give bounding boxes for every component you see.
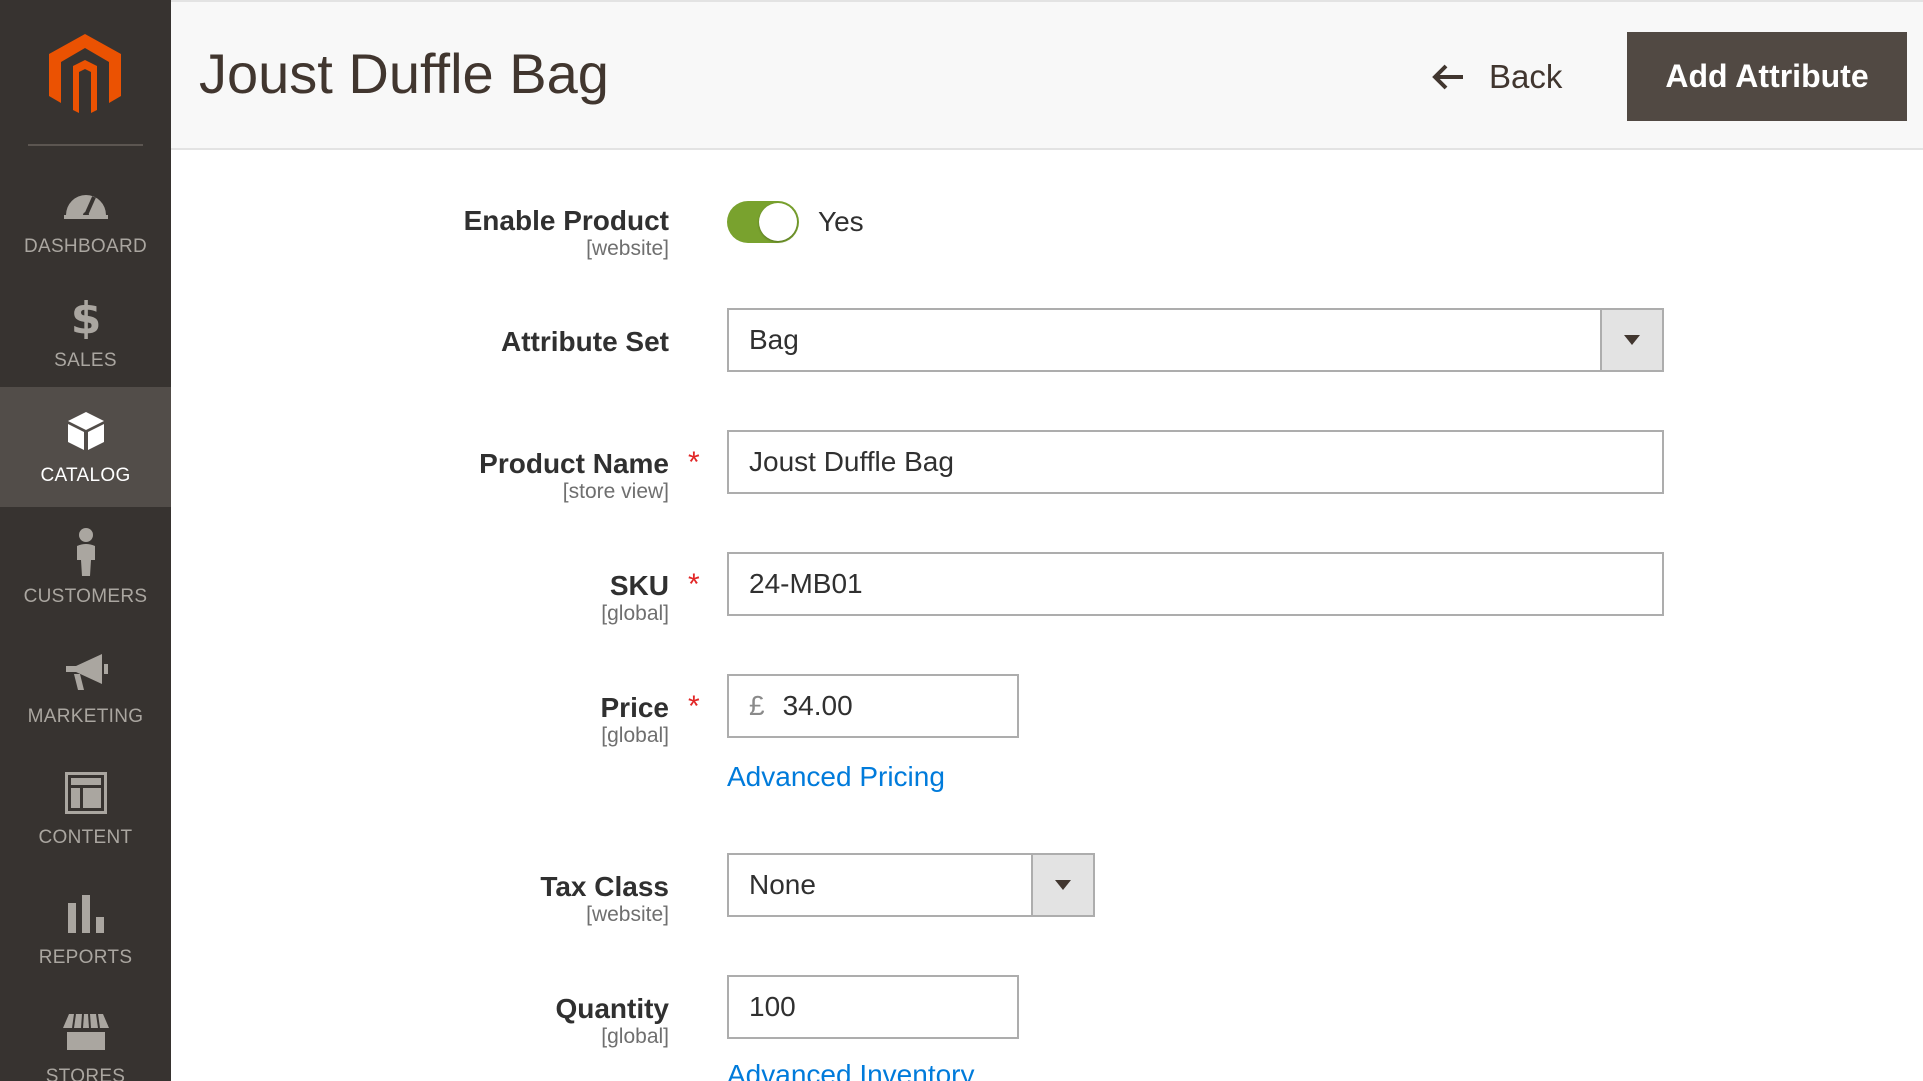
- quantity-label: Quantity: [555, 993, 669, 1024]
- sidebar-label-catalog: CATALOG: [40, 465, 131, 486]
- sku-scope: [global]: [601, 602, 669, 625]
- storefront-icon: [0, 1008, 171, 1056]
- sidebar-item-marketing[interactable]: MARKETING: [0, 628, 171, 748]
- advanced-pricing-link[interactable]: Advanced Pricing: [727, 760, 945, 794]
- product-name-input[interactable]: Joust Duffle Bag: [727, 430, 1664, 494]
- toggle-knob: [759, 203, 797, 241]
- tax-class-select[interactable]: None: [727, 853, 1095, 917]
- sidebar-item-content[interactable]: CONTENT: [0, 749, 171, 869]
- product-name-required-mark: *: [688, 446, 700, 479]
- bar-chart-icon: [0, 889, 171, 937]
- sidebar-item-catalog[interactable]: CATALOG: [0, 387, 171, 507]
- sidebar-item-stores[interactable]: STORES: [0, 988, 171, 1081]
- box-icon: [0, 407, 171, 455]
- currency-symbol: £: [749, 690, 765, 721]
- sidebar-label-dashboard: DASHBOARD: [23, 236, 148, 257]
- tax-class-label: Tax Class: [540, 871, 669, 902]
- dollar-icon: $: [0, 292, 171, 340]
- svg-text:$: $: [71, 293, 101, 339]
- back-button-label: Back: [1489, 58, 1563, 95]
- enable-product-value: Yes: [818, 206, 864, 237]
- page-title: Joust Duffle Bag: [199, 42, 609, 105]
- tax-class-value: None: [749, 869, 816, 900]
- price-input[interactable]: £ 34.00: [727, 674, 1019, 738]
- sidebar-label-content: CONTENT: [38, 827, 133, 848]
- tax-class-scope: [website]: [586, 903, 669, 926]
- advanced-inventory-link[interactable]: Advanced Inventory: [727, 1058, 975, 1081]
- admin-sidebar: DASHBOARD $ SALES CATALOG CUSTOMERS MARK…: [0, 0, 171, 1081]
- arrow-left-icon: [1432, 64, 1463, 90]
- attribute-set-dropdown-button[interactable]: [1600, 310, 1662, 370]
- sidebar-label-reports: REPORTS: [38, 947, 133, 968]
- back-button[interactable]: Back: [1431, 50, 1562, 104]
- megaphone-icon: [0, 648, 171, 696]
- price-scope: [global]: [601, 724, 669, 747]
- sidebar-item-sales[interactable]: $ SALES: [0, 272, 171, 392]
- quantity-input[interactable]: 100: [727, 975, 1019, 1039]
- sidebar-label-sales: SALES: [54, 350, 117, 371]
- sku-label: SKU: [609, 570, 669, 601]
- price-value: 34.00: [782, 690, 853, 721]
- sidebar-label-marketing: MARKETING: [27, 706, 144, 727]
- sidebar-item-reports[interactable]: REPORTS: [0, 869, 171, 989]
- caret-down-icon: [1055, 880, 1071, 890]
- person-icon: [0, 528, 171, 576]
- enable-product-scope: [website]: [586, 237, 669, 260]
- caret-down-icon: [1624, 335, 1640, 345]
- page-header: Joust Duffle Bag Back Add Attribute: [171, 0, 1923, 150]
- add-attribute-button[interactable]: Add Attribute: [1627, 32, 1907, 121]
- enable-product-toggle[interactable]: [727, 201, 799, 243]
- sku-required-mark: *: [688, 568, 700, 601]
- tax-class-dropdown-button[interactable]: [1031, 855, 1093, 915]
- price-label: Price: [600, 692, 670, 723]
- quantity-scope: [global]: [601, 1025, 669, 1048]
- product-name-label: Product Name: [479, 448, 669, 479]
- attribute-set-select[interactable]: Bag: [727, 308, 1664, 372]
- magento-logo-icon[interactable]: [47, 32, 123, 116]
- sidebar-item-dashboard[interactable]: DASHBOARD: [0, 158, 171, 278]
- logo-divider: [28, 144, 143, 146]
- product-name-scope: [store view]: [562, 480, 669, 503]
- attribute-set-label: Attribute Set: [501, 326, 669, 357]
- dashboard-gauge-icon: [0, 178, 171, 226]
- sidebar-item-customers[interactable]: CUSTOMERS: [0, 508, 171, 628]
- sku-input[interactable]: 24-MB01: [727, 552, 1664, 616]
- layout-icon: [0, 769, 171, 817]
- sidebar-label-customers: CUSTOMERS: [23, 586, 148, 607]
- price-required-mark: *: [688, 690, 700, 723]
- admin-app: DASHBOARD $ SALES CATALOG CUSTOMERS MARK…: [0, 0, 1923, 1081]
- sidebar-label-stores: STORES: [45, 1066, 126, 1081]
- attribute-set-value: Bag: [749, 324, 799, 355]
- enable-product-label: Enable Product: [463, 205, 669, 236]
